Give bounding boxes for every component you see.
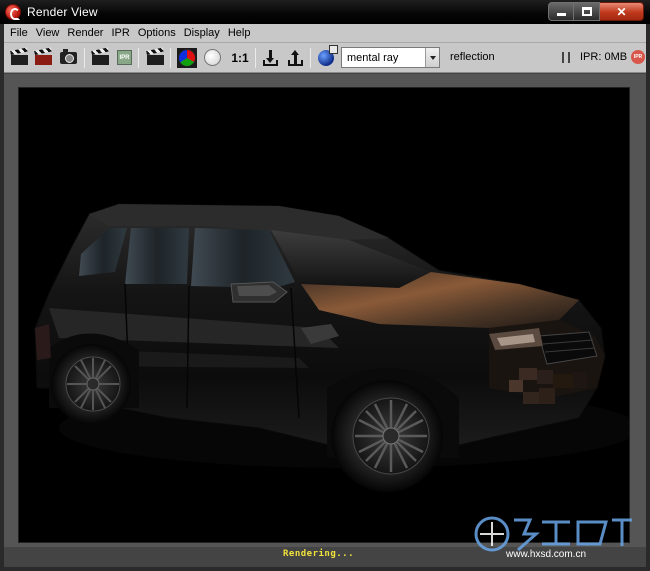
remove-image-button[interactable]	[285, 47, 306, 68]
menu-options[interactable]: Options	[134, 24, 180, 43]
rgb-channels-icon	[177, 48, 196, 67]
camera-icon	[60, 48, 77, 64]
maya-app-icon[interactable]	[5, 4, 21, 20]
front-wheel	[331, 380, 443, 492]
menu-bar: File View Render IPR Options Display Hel…	[4, 24, 646, 43]
menu-ipr[interactable]: IPR	[107, 24, 133, 43]
render-settings-icon	[146, 47, 164, 65]
alpha-channel-icon	[204, 49, 221, 66]
renderer-value: mental ray	[347, 52, 399, 64]
menu-view[interactable]: View	[32, 24, 64, 43]
menu-display[interactable]: Display	[180, 24, 224, 43]
diagnostics-icon	[317, 44, 338, 66]
watermark-logo: www.hxsd.com.cn	[470, 510, 640, 560]
toolbar-separator	[255, 48, 256, 68]
renderer-select[interactable]: mental ray	[341, 47, 440, 68]
menu-file[interactable]: File	[6, 24, 32, 43]
display-alpha-channel-button[interactable]	[202, 47, 223, 68]
render-region-button[interactable]	[33, 47, 54, 68]
toolbar-separator	[138, 48, 139, 68]
ipr-memory-label: IPR: 0MB	[580, 51, 628, 63]
menu-render[interactable]: Render	[63, 24, 107, 43]
clapperboard-icon	[10, 47, 28, 65]
window-bottom-edge	[0, 567, 650, 571]
minimize-icon	[556, 13, 566, 16]
pause-icon[interactable]	[562, 52, 570, 63]
clapperboard-red-icon	[34, 47, 52, 65]
display-rgb-channels-button[interactable]	[176, 47, 197, 68]
ipr-refresh-icon: IPR	[117, 50, 132, 65]
toolbar-separator	[170, 48, 171, 68]
keep-image-button[interactable]	[260, 47, 281, 68]
ratio-label: 1:1	[231, 50, 249, 65]
ipr-clapperboard-icon	[91, 47, 109, 65]
close-icon: ✕	[616, 4, 627, 19]
remove-image-icon	[288, 49, 303, 66]
chevron-down-icon[interactable]	[425, 48, 439, 67]
render-diagnostics-button[interactable]	[315, 44, 338, 68]
toolbar-separator	[84, 48, 85, 68]
minimize-button[interactable]	[548, 2, 574, 21]
window-title: Render View	[27, 5, 98, 19]
render-settings-button[interactable]	[145, 47, 166, 68]
toolbar-separator	[310, 48, 311, 68]
watermark-text: www.hxsd.com.cn	[505, 549, 586, 560]
window-controls: ✕	[548, 2, 644, 21]
maximize-button[interactable]	[574, 2, 600, 21]
toolbar: IPR 1:1 mental ray reflection IPR: 0MB I…	[4, 43, 646, 73]
menu-help[interactable]: Help	[224, 24, 255, 43]
snapshot-button[interactable]	[58, 47, 79, 68]
redo-ipr-render-button[interactable]	[90, 47, 111, 68]
redo-previous-render-button[interactable]	[9, 47, 30, 68]
render-status: Rendering...	[283, 549, 355, 559]
close-button[interactable]: ✕	[600, 2, 644, 21]
real-size-button[interactable]: 1:1	[228, 47, 252, 68]
keep-image-icon	[263, 49, 278, 66]
rendered-car-image	[34, 203, 629, 492]
ipr-badge-icon[interactable]: IPR	[631, 50, 645, 64]
rear-wheel	[51, 344, 131, 424]
render-image[interactable]	[18, 87, 630, 543]
refresh-ipr-button[interactable]: IPR	[114, 47, 135, 68]
title-bar: Render View ✕	[0, 0, 650, 24]
render-layer-label: reflection	[450, 51, 495, 63]
maximize-icon	[581, 7, 592, 16]
